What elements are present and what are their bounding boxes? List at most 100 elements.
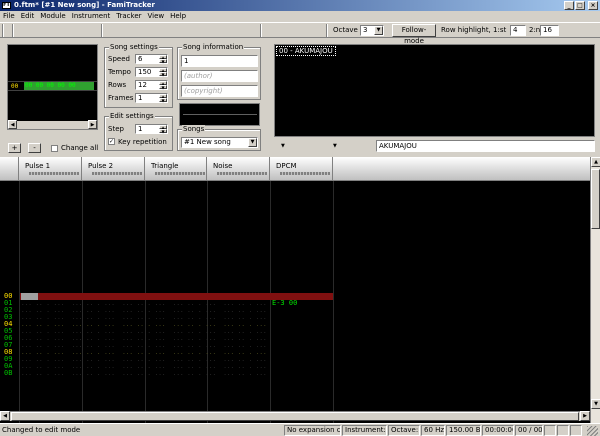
song-select-value: #1 New song xyxy=(184,138,231,146)
octave-select[interactable]: 3 ▼ xyxy=(360,25,384,36)
close-icon[interactable]: × xyxy=(588,1,598,10)
spin-down-icon[interactable]: ▼ xyxy=(159,85,167,90)
scroll-right-icon[interactable]: ▶ xyxy=(88,120,97,129)
vscroll-thumb[interactable] xyxy=(591,169,600,229)
song-name-field[interactable]: 1 xyxy=(181,55,258,67)
row-highlight-1st-input[interactable]: 4 xyxy=(510,25,526,36)
menu-instrument[interactable]: Instrument xyxy=(69,11,114,22)
row-cells[interactable]: ... .. . ... ... .. . ... ... .. . ... .… xyxy=(21,342,274,349)
song-author-field[interactable]: (author) xyxy=(181,70,258,82)
channel-dpcm[interactable]: DPCM xyxy=(270,157,333,181)
follow-mode-button[interactable]: Follow-mode xyxy=(392,24,436,45)
row-cells[interactable]: ... .. . ... ... .. . ... ... .. . ... .… xyxy=(21,349,274,356)
spin-down-icon[interactable]: ▼ xyxy=(159,129,167,134)
step-value: 1 xyxy=(138,125,143,133)
minimize-icon[interactable]: _ xyxy=(564,1,574,10)
instrument-toolbar-dropdown-icon[interactable]: ▼ xyxy=(333,143,337,149)
pattern-editor[interactable] xyxy=(0,157,600,423)
menu-module[interactable]: Module xyxy=(37,11,68,22)
row-cells[interactable]: ... .. . ... ... .. . ... ... .. . ... .… xyxy=(21,335,274,342)
status-frame-pos: 00 / 00 xyxy=(515,425,543,436)
status-instrument: Instrument: 00 xyxy=(342,425,387,436)
maximize-icon[interactable]: □ xyxy=(575,1,585,10)
sample-window[interactable] xyxy=(179,103,260,126)
speed-label: Speed xyxy=(108,55,130,63)
tempo-label: Tempo xyxy=(108,68,131,76)
row-highlight-1st-value: 4 xyxy=(513,26,518,34)
frame-list[interactable]: 00 00 00 00 00 00 ◀ ▶ xyxy=(7,44,98,130)
channel-pulse-2[interactable]: Pulse 2 xyxy=(82,157,145,181)
channel-noise[interactable]: Noise xyxy=(207,157,270,181)
scroll-up-icon[interactable]: ▲ xyxy=(591,157,600,167)
step-input[interactable]: 1 ▲ ▼ xyxy=(135,124,168,134)
hscroll-thumb[interactable] xyxy=(11,412,579,421)
frame-row[interactable]: 00 00 00 00 00 00 xyxy=(8,81,97,91)
status-indicator xyxy=(557,425,569,436)
row-cells[interactable]: ... .. . ... ... .. . ... ... .. . ... .… xyxy=(21,328,274,335)
status-time: 00:00:00 xyxy=(482,425,514,436)
channel-triangle[interactable]: Triangle xyxy=(145,157,207,181)
channel-pulse-1[interactable]: Pulse 1 xyxy=(19,157,82,181)
instrument-name-field[interactable]: AKUMAJOU xyxy=(376,140,595,152)
spin-down-icon[interactable]: ▼ xyxy=(159,98,167,103)
row-cells[interactable]: ... .. . ... ... .. . ... ... .. . ... .… xyxy=(21,356,274,363)
change-all-label: Change all xyxy=(61,144,99,152)
scroll-right-icon[interactable]: ▶ xyxy=(580,411,590,421)
add-frame-button[interactable]: + xyxy=(8,143,21,153)
speed-input[interactable]: 6 ▲ ▼ xyxy=(135,54,168,64)
song-select[interactable]: #1 New song ▼ xyxy=(181,137,258,148)
change-all-checkbox[interactable] xyxy=(51,145,58,152)
menu-help[interactable]: Help xyxy=(167,11,189,22)
scroll-down-icon[interactable]: ▼ xyxy=(591,399,600,409)
row-cells[interactable]: ... .. . ... ... .. . ... ... .. . ... .… xyxy=(21,363,274,370)
instrument-toolbar-dropdown-icon[interactable]: ▼ xyxy=(281,143,285,149)
row-cells[interactable]: ... .. . ... ... .. . ... ... .. . ... .… xyxy=(21,300,274,307)
tempo-value: 150 xyxy=(138,68,152,76)
dpcm-note: E-3 00 xyxy=(272,299,298,307)
toolbar: Octave 3 ▼ Follow-mode Row highlight, 1:… xyxy=(0,22,600,45)
menu-edit[interactable]: Edit xyxy=(18,11,38,22)
channel-divider xyxy=(19,181,20,423)
row-cells[interactable]: ... .. . ... ... .. . ... ... .. . ... .… xyxy=(21,370,274,377)
spin-down-icon[interactable]: ▼ xyxy=(159,59,167,64)
rows-input[interactable]: 12 ▲ ▼ xyxy=(135,80,168,90)
menu-file[interactable]: File xyxy=(0,11,18,22)
row-highlight-label: Row highlight, 1:st xyxy=(441,26,507,34)
instrument-item[interactable]: 00 - AKUMAJOU xyxy=(276,46,336,56)
frames-value: 1 xyxy=(138,94,143,102)
status-bar: Changed to edit mode No expansion chip I… xyxy=(0,423,600,436)
row-cells[interactable]: ... .. . ... ... .. . ... ... .. . ... .… xyxy=(21,307,274,314)
title-bar[interactable]: FT 0.ftm* [#1 New song] - FamiTracker _ … xyxy=(0,0,600,11)
rows-value: 12 xyxy=(138,81,147,89)
spin-down-icon[interactable]: ▼ xyxy=(159,72,167,77)
frame-hscroll[interactable]: ◀ ▶ xyxy=(8,120,97,129)
menu-view[interactable]: View xyxy=(145,11,168,22)
menu-tracker[interactable]: Tracker xyxy=(113,11,144,22)
pattern-hscroll[interactable]: ◀ ▶ xyxy=(0,411,590,421)
chevron-down-icon[interactable]: ▼ xyxy=(248,138,257,147)
step-label: Step xyxy=(108,125,124,133)
scroll-left-icon[interactable]: ◀ xyxy=(0,411,10,421)
window-title: 0.ftm* [#1 New song] - FamiTracker xyxy=(14,1,155,9)
instrument-list[interactable]: 00 - AKUMAJOU xyxy=(274,44,595,137)
channel-name: Pulse 2 xyxy=(88,162,114,170)
scroll-left-icon[interactable]: ◀ xyxy=(8,120,17,129)
chevron-down-icon[interactable]: ▼ xyxy=(374,26,383,35)
remove-frame-button[interactable]: - xyxy=(28,143,41,153)
row-cells[interactable]: ... .. . ... ... .. . ... ... .. . ... .… xyxy=(21,321,274,328)
channel-header: Pulse 1 Pulse 2 Triangle Noise DPCM xyxy=(0,157,590,181)
resize-grip-icon[interactable] xyxy=(587,426,598,436)
channel-header-corner xyxy=(0,157,19,181)
volume-meter xyxy=(155,172,205,175)
app-icon: FT xyxy=(2,2,11,9)
frames-input[interactable]: 1 ▲ ▼ xyxy=(135,93,168,103)
song-copyright-field[interactable]: (copyright) xyxy=(181,85,258,97)
volume-meter xyxy=(280,172,330,175)
tempo-input[interactable]: 150 ▲ ▼ xyxy=(135,67,168,77)
status-message: Changed to edit mode xyxy=(2,426,81,434)
row-highlight-2nd-input[interactable]: 16 xyxy=(540,25,559,36)
volume-meter xyxy=(29,172,79,175)
row-cells[interactable]: ... .. . ... ... .. . ... ... .. . ... .… xyxy=(21,314,274,321)
key-repetition-checkbox[interactable]: ✓ xyxy=(108,138,115,145)
pattern-vscroll[interactable]: ▲ ▼ xyxy=(590,157,600,423)
